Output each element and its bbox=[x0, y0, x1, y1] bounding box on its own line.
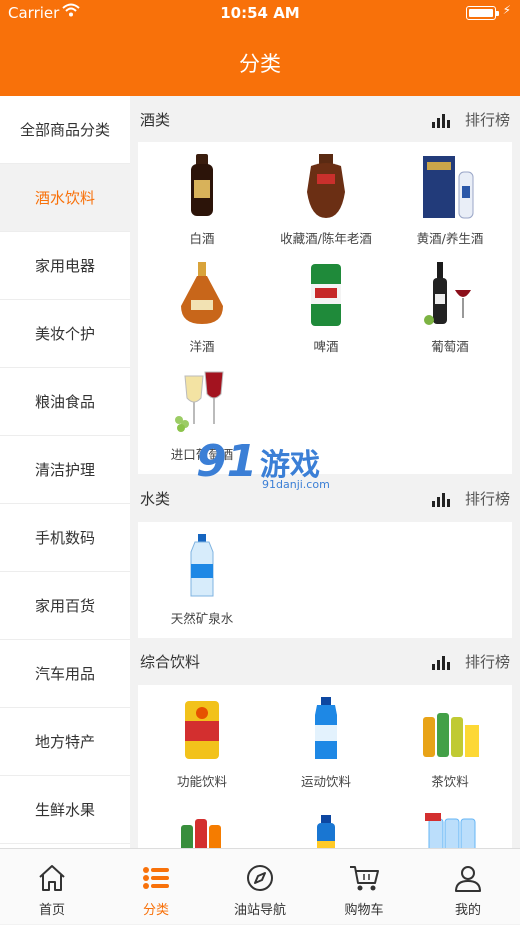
status-time: 10:54 AM bbox=[220, 4, 300, 22]
sidebar-item-appliances[interactable]: 家用电器 bbox=[0, 232, 130, 300]
section-panel-water: 天然矿泉水 bbox=[138, 522, 512, 638]
sidebar-item-fresh[interactable]: 生鲜水果 bbox=[0, 776, 130, 844]
sidebar-item-household[interactable]: 家用百货 bbox=[0, 572, 130, 640]
category-item[interactable]: 运动饮料 bbox=[264, 689, 388, 790]
beer-image bbox=[291, 260, 361, 330]
sidebar-item-drinks[interactable]: 酒水饮料 bbox=[0, 164, 130, 232]
category-item[interactable]: 洋酒 bbox=[140, 254, 264, 355]
battery-icon bbox=[466, 6, 499, 20]
top-bar: Carrier 10:54 AM ⚡ 分类 bbox=[0, 0, 520, 96]
section-header-beverages: 综合饮料 排行榜 bbox=[130, 638, 520, 684]
page-title: 分类 bbox=[239, 52, 281, 76]
bottom-tab-bar: 首页 分类 油站导航 购物车 我的 bbox=[0, 848, 520, 924]
home-icon bbox=[39, 865, 65, 891]
section-panel-beverages: 功能饮料 运动饮料 茶饮料 bbox=[138, 685, 512, 848]
compass-icon bbox=[247, 865, 273, 891]
section-title: 酒类 bbox=[140, 111, 171, 129]
section-panel-liquor: 白酒 收藏酒/陈年老酒 黄酒/养生酒 洋酒 啤酒 葡萄酒 进口葡萄酒 bbox=[138, 142, 512, 474]
tea-drink-image bbox=[415, 695, 485, 765]
ranking-link[interactable]: 排行榜 bbox=[465, 109, 510, 130]
cart-icon bbox=[350, 866, 379, 891]
imported-wine-image bbox=[167, 368, 237, 438]
juice-drink-image bbox=[291, 811, 361, 848]
category-item[interactable]: 白酒 bbox=[140, 146, 264, 247]
sports-drink-image bbox=[291, 695, 361, 765]
tab-gas-station-nav[interactable]: 油站导航 bbox=[208, 849, 312, 925]
energy-drink-image bbox=[167, 695, 237, 765]
ranking-link[interactable]: 排行榜 bbox=[465, 651, 510, 672]
wine-image bbox=[415, 260, 485, 330]
section-title: 水类 bbox=[140, 490, 171, 508]
sidebar-item-beauty[interactable]: 美妆个护 bbox=[0, 300, 130, 368]
soda-drink-image bbox=[167, 811, 237, 848]
category-item[interactable]: 功能饮料 bbox=[140, 689, 264, 790]
category-item[interactable]: 啤酒 bbox=[264, 254, 388, 355]
category-sidebar: 全部商品分类 酒水饮料 家用电器 美妆个护 粮油食品 清洁护理 手机数码 家用百… bbox=[0, 96, 130, 848]
category-item[interactable]: 茶饮料 bbox=[388, 689, 512, 790]
sidebar-item-food[interactable]: 粮油食品 bbox=[0, 368, 130, 436]
category-item[interactable] bbox=[264, 805, 388, 848]
tab-category[interactable]: 分类 bbox=[104, 849, 208, 925]
sidebar-item-all[interactable]: 全部商品分类 bbox=[0, 96, 130, 164]
ranking-icon[interactable] bbox=[432, 112, 450, 128]
ranking-link[interactable]: 排行榜 bbox=[465, 488, 510, 509]
category-item[interactable]: 黄酒/养生酒 bbox=[388, 146, 512, 247]
sidebar-item-specialty[interactable]: 地方特产 bbox=[0, 708, 130, 776]
sidebar-item-auto[interactable]: 汽车用品 bbox=[0, 640, 130, 708]
category-content: 酒类 排行榜 白酒 收藏酒/陈年老酒 黄酒/养生酒 洋酒 啤酒 葡萄酒 进口葡萄… bbox=[130, 96, 520, 848]
tab-cart[interactable]: 购物车 bbox=[312, 849, 416, 925]
category-item[interactable] bbox=[388, 805, 512, 848]
mineral-water-image bbox=[167, 532, 237, 602]
sidebar-item-digital[interactable]: 手机数码 bbox=[0, 504, 130, 572]
ranking-icon[interactable] bbox=[432, 491, 450, 507]
tab-profile[interactable]: 我的 bbox=[416, 849, 520, 925]
yellow-wine-image bbox=[415, 152, 485, 222]
category-item[interactable]: 天然矿泉水 bbox=[140, 526, 264, 627]
category-item[interactable] bbox=[140, 805, 264, 848]
section-header-water: 水类 排行榜 bbox=[130, 475, 520, 521]
category-list-icon bbox=[143, 867, 169, 889]
tab-home[interactable]: 首页 bbox=[0, 849, 104, 925]
section-title: 综合饮料 bbox=[140, 653, 201, 671]
aged-liquor-image bbox=[291, 152, 361, 222]
user-icon bbox=[455, 866, 481, 892]
status-bar: Carrier 10:54 AM ⚡ bbox=[0, 0, 520, 28]
bottled-water-pack-image bbox=[415, 811, 485, 848]
foreign-liquor-image bbox=[167, 260, 237, 330]
ranking-icon[interactable] bbox=[432, 654, 450, 670]
category-item[interactable]: 收藏酒/陈年老酒 bbox=[264, 146, 388, 247]
category-item[interactable]: 葡萄酒 bbox=[388, 254, 512, 355]
baijiu-image bbox=[167, 152, 237, 222]
charging-icon: ⚡ bbox=[502, 3, 511, 17]
section-header-liquor: 酒类 排行榜 bbox=[130, 96, 520, 142]
sidebar-item-cleaning[interactable]: 清洁护理 bbox=[0, 436, 130, 504]
